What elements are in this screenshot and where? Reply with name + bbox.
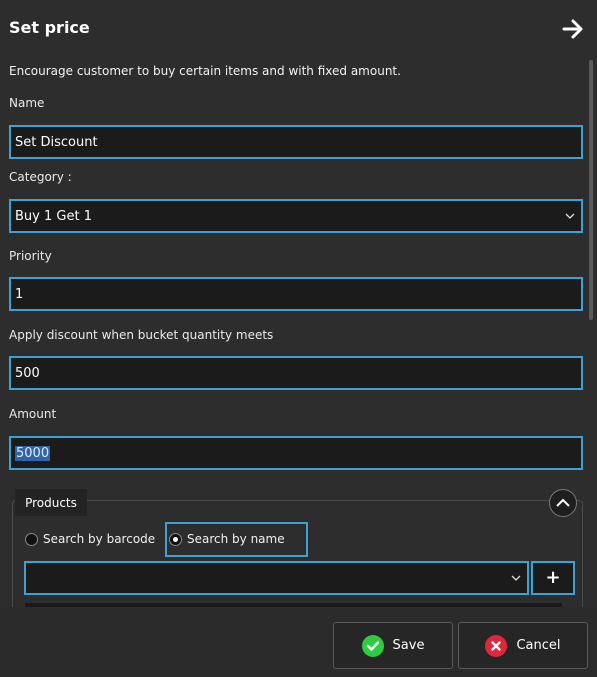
save-label: Save [392, 638, 425, 653]
save-button[interactable]: Save [333, 622, 453, 669]
products-panel [12, 500, 583, 620]
check-icon [361, 634, 384, 657]
name-value: Set Discount [15, 134, 98, 150]
priority-label: Priority [9, 249, 52, 263]
quantity-value: 500 [15, 365, 40, 381]
amount-label: Amount [9, 407, 57, 421]
cancel-button[interactable]: Cancel [458, 622, 588, 669]
radio-search-barcode[interactable]: Search by barcode [25, 530, 155, 548]
chevron-up-icon [556, 498, 570, 507]
dialog-description: Encourage customer to buy certain items … [9, 64, 401, 78]
product-search-select[interactable] [24, 561, 529, 595]
cancel-x-icon [485, 634, 508, 657]
radio-circle-icon [25, 532, 38, 546]
category-value: Buy 1 Get 1 [15, 208, 92, 224]
radio-barcode-label: Search by barcode [43, 532, 156, 546]
chevron-down-icon [511, 575, 521, 581]
category-label: Category : [9, 170, 72, 184]
plus-icon: + [545, 567, 561, 588]
priority-value: 1 [15, 286, 24, 302]
amount-value: 5000 [15, 445, 51, 461]
quantity-input[interactable]: 500 [9, 356, 583, 390]
radio-selected-icon [169, 532, 182, 546]
name-input[interactable]: Set Discount [9, 125, 583, 159]
products-title: Products [15, 489, 87, 516]
add-product-button[interactable]: + [531, 561, 575, 595]
dialog-title: Set price [9, 18, 90, 37]
quantity-label: Apply discount when bucket quantity meet… [9, 328, 274, 342]
priority-input[interactable]: 1 [9, 277, 583, 311]
scrollbar[interactable] [589, 60, 593, 320]
amount-input[interactable]: 5000 [9, 436, 583, 470]
name-label: Name [9, 96, 45, 110]
chevron-down-icon [565, 213, 575, 219]
dialog-header: Set price [0, 0, 597, 58]
radio-name-label: Search by name [187, 532, 285, 546]
category-select[interactable]: Buy 1 Get 1 [9, 199, 583, 233]
arrow-right-icon [562, 19, 583, 39]
close-arrow-button[interactable] [560, 17, 586, 41]
radio-search-name[interactable]: Search by name [169, 530, 285, 548]
collapse-button[interactable] [549, 489, 577, 517]
cancel-label: Cancel [516, 638, 561, 653]
